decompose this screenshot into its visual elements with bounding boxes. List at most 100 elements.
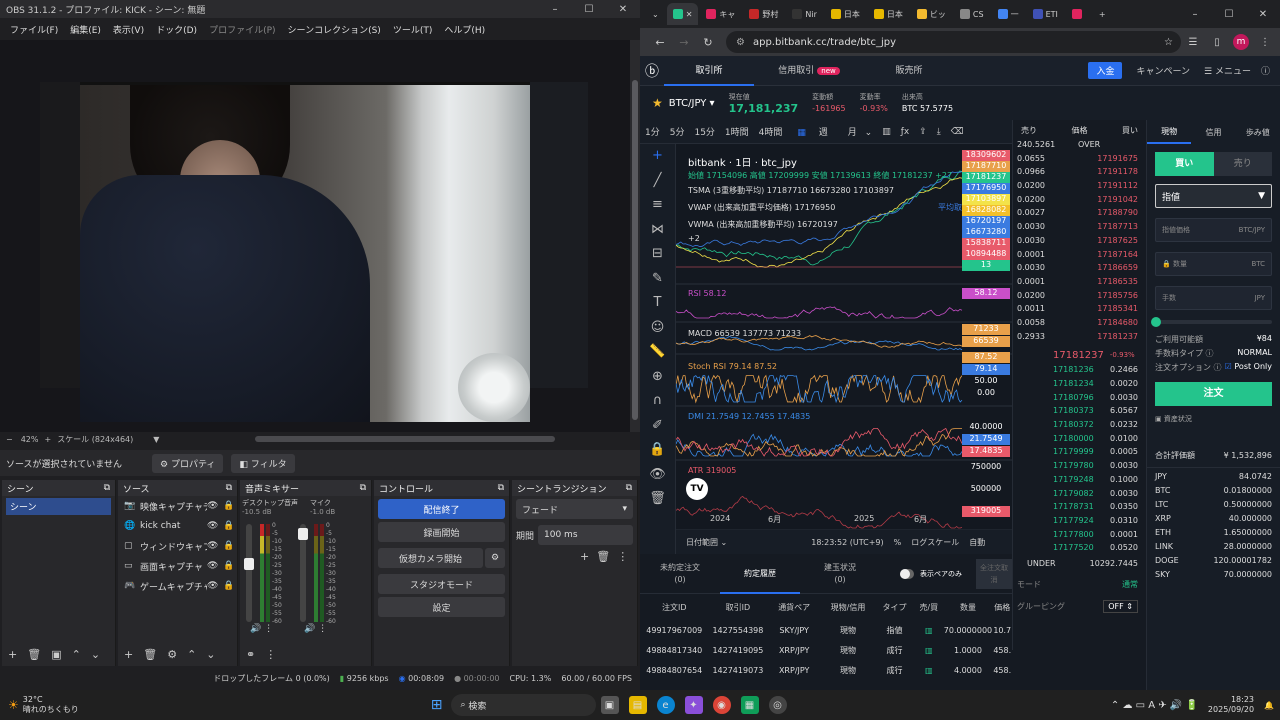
indicator-icon[interactable]: ƒx — [896, 127, 915, 137]
interval-5m[interactable]: 5分 — [665, 125, 690, 138]
favorite-star-icon[interactable]: ★ — [652, 96, 663, 110]
lock-icon[interactable]: 🔒 — [223, 501, 237, 511]
nav-exchange[interactable]: 取引所 — [664, 56, 754, 86]
extensions-icon[interactable]: ☰ — [1181, 37, 1205, 48]
chevron-down-icon[interactable]: ⌄ — [206, 648, 215, 661]
tab-spot[interactable]: 現物 — [1147, 120, 1192, 144]
deposit-button[interactable]: 入金 — [1088, 62, 1123, 79]
trash-icon[interactable]: 🗑 — [27, 648, 41, 661]
magnet-icon[interactable]: ∩ — [640, 389, 675, 414]
weather-icon[interactable]: ☀ — [8, 698, 19, 712]
gear-icon[interactable]: ⚙ — [167, 648, 177, 661]
weather-widget[interactable]: 32°C 晴れのちくもり — [23, 695, 79, 715]
menu-file[interactable]: ファイル(F) — [4, 23, 64, 36]
nav-retail[interactable]: 販売所 — [864, 56, 954, 86]
menu-view[interactable]: 表示(V) — [107, 23, 150, 36]
eye-icon[interactable]: 👁 — [207, 561, 223, 571]
lock-icon[interactable]: 🔒 — [223, 561, 237, 571]
forward-icon[interactable]: → — [672, 36, 696, 49]
minimize-icon[interactable]: – — [1178, 9, 1212, 20]
virtual-camera-button[interactable]: 仮想カメラ開始 — [378, 548, 483, 568]
menu-edit[interactable]: 編集(E) — [64, 23, 107, 36]
copilot-icon[interactable]: ✦ — [684, 696, 703, 714]
speaker-icon[interactable]: 🔊 ⋮ — [304, 624, 327, 634]
bid-row[interactable]: 17177520 0.0520 — [1013, 543, 1146, 557]
zoom-minus[interactable]: − — [0, 435, 13, 444]
volume-slider[interactable] — [244, 524, 254, 622]
back-icon[interactable]: ← — [648, 36, 672, 49]
pencil-lock-icon[interactable]: ✐ — [640, 414, 675, 439]
ask-row[interactable]: 0.2933 17181237 — [1013, 332, 1146, 346]
ask-row[interactable]: 0.0655 17191675 — [1013, 154, 1146, 168]
edge-icon[interactable]: e — [656, 696, 675, 714]
download-icon[interactable]: ⤓ — [932, 127, 946, 137]
ask-row[interactable]: 0.0030 17187625 — [1013, 236, 1146, 250]
lock-icon[interactable]: 🔒 — [223, 541, 237, 551]
preview-scrollbar[interactable] — [630, 40, 640, 432]
eraser-icon[interactable]: ⌫ — [946, 127, 969, 137]
interval-month[interactable]: 月 ⌄ — [838, 125, 877, 138]
task-view-icon[interactable]: ▣ — [600, 696, 619, 714]
source-item[interactable]: 📷 映像キャプチャデ 👁 🔒 — [118, 496, 237, 516]
tab-trades[interactable]: 歩み値 — [1236, 127, 1280, 138]
stop-streaming-button[interactable]: 配信終了 — [378, 499, 505, 519]
fee-input[interactable]: 手数 JPY — [1155, 286, 1272, 310]
emoji-icon[interactable]: ☺ — [640, 316, 675, 341]
eye-icon[interactable]: 👁 — [207, 541, 223, 551]
upload-icon[interactable]: ⇪ — [914, 127, 932, 137]
bid-row[interactable]: 17180372 0.0232 — [1013, 420, 1146, 434]
bid-row[interactable]: 17178731 0.0350 — [1013, 502, 1146, 516]
dock-menu-icon[interactable]: ⧉ — [626, 483, 632, 493]
menu-help[interactable]: ヘルプ(H) — [438, 23, 491, 36]
mode-value[interactable]: 通常 — [1122, 579, 1138, 593]
duration-input[interactable]: 100 ms — [538, 525, 633, 545]
browser-tab[interactable]: 一 — [992, 3, 1025, 25]
tab-close-icon[interactable]: ✕ — [686, 10, 693, 19]
menu-dock[interactable]: ドック(D) — [150, 23, 203, 36]
minimize-icon[interactable]: – — [538, 4, 572, 15]
chevron-up-icon[interactable]: ⌃ — [72, 648, 81, 661]
scene-item[interactable]: シーン — [6, 498, 111, 515]
profile-avatar[interactable]: m — [1233, 34, 1249, 50]
menu-tools[interactable]: ツール(T) — [387, 23, 439, 36]
order-type-select[interactable]: 指値 ▼ — [1155, 184, 1272, 208]
asset-status[interactable]: ▣ 資産状況 — [1155, 414, 1272, 424]
dock-menu-icon[interactable]: ⧉ — [226, 483, 232, 493]
maximize-icon[interactable]: ☐ — [1212, 9, 1246, 20]
menu-icon[interactable]: ⋮ — [1253, 37, 1277, 48]
browser-tab[interactable]: 日本 — [868, 3, 909, 25]
quantity-input[interactable]: 🔒 数量 BTC — [1155, 252, 1272, 276]
bid-row[interactable]: 17179082 0.0030 — [1013, 489, 1146, 503]
post-only-checkbox[interactable]: ☑ Post Only — [1225, 362, 1272, 376]
ask-row[interactable]: 0.0027 17188790 — [1013, 208, 1146, 222]
browser-tab[interactable]: キャ — [700, 3, 741, 25]
text-icon[interactable]: T — [640, 291, 675, 316]
cancel-all-button[interactable]: 全注文取消 — [976, 558, 1012, 589]
explorer-icon[interactable]: ▤ — [628, 696, 647, 714]
trash-icon[interactable]: 🗑 — [143, 648, 157, 661]
ruler-icon[interactable]: 📏 — [640, 340, 675, 365]
browser-tab[interactable]: ビッ — [911, 3, 952, 25]
link-icon[interactable]: ⚭ — [246, 648, 255, 661]
bid-row[interactable]: 17179999 0.0005 — [1013, 447, 1146, 461]
reload-icon[interactable]: ↻ — [696, 36, 720, 49]
ask-row[interactable]: 0.0200 17185756 — [1013, 291, 1146, 305]
interval-4h[interactable]: 4時間 — [754, 125, 788, 138]
filters-button[interactable]: ◧ フィルタ — [231, 453, 295, 473]
ask-row[interactable]: 0.0001 17187164 — [1013, 250, 1146, 264]
candle-icon[interactable]: ▥ — [877, 127, 896, 137]
horizontal-scrollbar[interactable] — [255, 436, 555, 442]
more-icon[interactable]: ⋮ — [617, 550, 628, 563]
amount-slider[interactable] — [1151, 317, 1272, 327]
interval-1m[interactable]: 1分 — [640, 125, 665, 138]
interval-15m[interactable]: 15分 — [689, 125, 719, 138]
url-bar[interactable]: ⚙ app.bitbank.cc/trade/btc_jpy ☆ — [726, 31, 1181, 53]
bitbank-logo-icon[interactable]: ⓑ — [640, 61, 664, 81]
new-tab-button[interactable]: + — [1093, 3, 1112, 25]
clock[interactable]: 18:23 2025/09/20 — [1208, 695, 1254, 715]
lock-icon[interactable]: 🔒 — [640, 438, 675, 463]
bid-row[interactable]: 17180796 0.0030 — [1013, 393, 1146, 407]
browser-tab[interactable] — [1066, 3, 1091, 25]
tab-trade-history[interactable]: 約定履歴 — [720, 554, 800, 594]
ask-row[interactable]: 0.0001 17186535 — [1013, 277, 1146, 291]
